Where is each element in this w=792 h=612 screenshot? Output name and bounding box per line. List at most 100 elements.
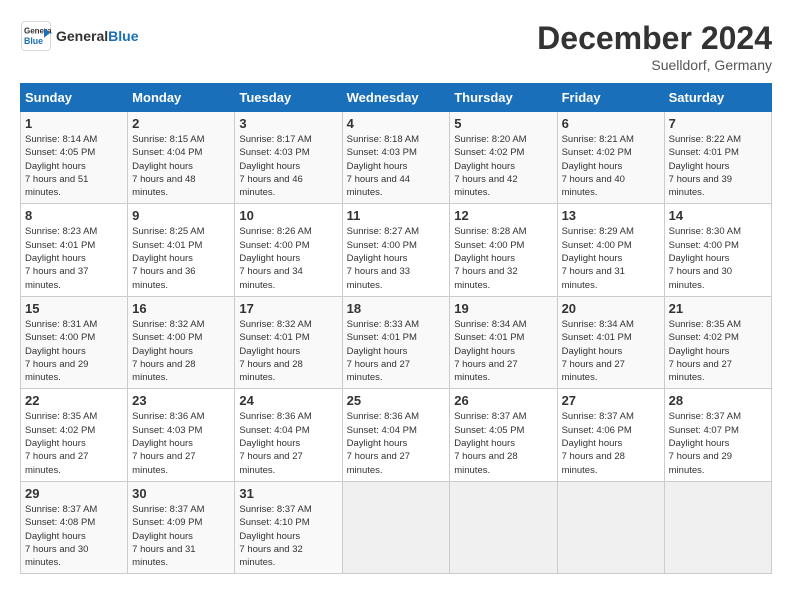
day-number: 24 — [239, 393, 337, 408]
month-title: December 2024 — [537, 20, 772, 57]
week-row-5: 29 Sunrise: 8:37 AM Sunset: 4:08 PM Dayl… — [21, 481, 772, 573]
day-number: 13 — [562, 208, 660, 223]
day-number: 4 — [347, 116, 446, 131]
calendar-cell: 27 Sunrise: 8:37 AM Sunset: 4:06 PM Dayl… — [557, 389, 664, 481]
day-info: Sunrise: 8:27 AM Sunset: 4:00 PM Dayligh… — [347, 225, 446, 291]
day-info: Sunrise: 8:25 AM Sunset: 4:01 PM Dayligh… — [132, 225, 230, 291]
day-number: 6 — [562, 116, 660, 131]
day-info: Sunrise: 8:37 AM Sunset: 4:06 PM Dayligh… — [562, 410, 660, 476]
day-info: Sunrise: 8:36 AM Sunset: 4:03 PM Dayligh… — [132, 410, 230, 476]
day-number: 30 — [132, 486, 230, 501]
calendar-cell: 20 Sunrise: 8:34 AM Sunset: 4:01 PM Dayl… — [557, 296, 664, 388]
title-block: December 2024 Suelldorf, Germany — [537, 20, 772, 73]
logo-text: GeneralBlue — [56, 28, 138, 44]
day-number: 27 — [562, 393, 660, 408]
day-info: Sunrise: 8:31 AM Sunset: 4:00 PM Dayligh… — [25, 318, 123, 384]
calendar-cell — [342, 481, 450, 573]
calendar-cell: 22 Sunrise: 8:35 AM Sunset: 4:02 PM Dayl… — [21, 389, 128, 481]
calendar-cell: 25 Sunrise: 8:36 AM Sunset: 4:04 PM Dayl… — [342, 389, 450, 481]
day-number: 20 — [562, 301, 660, 316]
day-info: Sunrise: 8:22 AM Sunset: 4:01 PM Dayligh… — [669, 133, 767, 199]
calendar-cell: 8 Sunrise: 8:23 AM Sunset: 4:01 PM Dayli… — [21, 204, 128, 296]
calendar-cell: 19 Sunrise: 8:34 AM Sunset: 4:01 PM Dayl… — [450, 296, 557, 388]
day-number: 11 — [347, 208, 446, 223]
calendar-cell: 9 Sunrise: 8:25 AM Sunset: 4:01 PM Dayli… — [128, 204, 235, 296]
day-info: Sunrise: 8:18 AM Sunset: 4:03 PM Dayligh… — [347, 133, 446, 199]
header-sunday: Sunday — [21, 84, 128, 112]
calendar-cell: 24 Sunrise: 8:36 AM Sunset: 4:04 PM Dayl… — [235, 389, 342, 481]
day-number: 31 — [239, 486, 337, 501]
day-info: Sunrise: 8:37 AM Sunset: 4:05 PM Dayligh… — [454, 410, 552, 476]
day-info: Sunrise: 8:35 AM Sunset: 4:02 PM Dayligh… — [669, 318, 767, 384]
day-info: Sunrise: 8:36 AM Sunset: 4:04 PM Dayligh… — [347, 410, 446, 476]
day-info: Sunrise: 8:36 AM Sunset: 4:04 PM Dayligh… — [239, 410, 337, 476]
page-header: General Blue GeneralBlue December 2024 S… — [20, 20, 772, 73]
day-number: 9 — [132, 208, 230, 223]
calendar-cell — [450, 481, 557, 573]
calendar-cell: 30 Sunrise: 8:37 AM Sunset: 4:09 PM Dayl… — [128, 481, 235, 573]
day-info: Sunrise: 8:14 AM Sunset: 4:05 PM Dayligh… — [25, 133, 123, 199]
header-saturday: Saturday — [664, 84, 771, 112]
day-number: 25 — [347, 393, 446, 408]
day-number: 19 — [454, 301, 552, 316]
week-row-1: 1 Sunrise: 8:14 AM Sunset: 4:05 PM Dayli… — [21, 112, 772, 204]
calendar-cell: 15 Sunrise: 8:31 AM Sunset: 4:00 PM Dayl… — [21, 296, 128, 388]
calendar-cell: 16 Sunrise: 8:32 AM Sunset: 4:00 PM Dayl… — [128, 296, 235, 388]
day-info: Sunrise: 8:20 AM Sunset: 4:02 PM Dayligh… — [454, 133, 552, 199]
calendar-cell: 28 Sunrise: 8:37 AM Sunset: 4:07 PM Dayl… — [664, 389, 771, 481]
calendar-cell: 1 Sunrise: 8:14 AM Sunset: 4:05 PM Dayli… — [21, 112, 128, 204]
day-info: Sunrise: 8:33 AM Sunset: 4:01 PM Dayligh… — [347, 318, 446, 384]
calendar-cell: 13 Sunrise: 8:29 AM Sunset: 4:00 PM Dayl… — [557, 204, 664, 296]
day-info: Sunrise: 8:35 AM Sunset: 4:02 PM Dayligh… — [25, 410, 123, 476]
calendar-cell: 14 Sunrise: 8:30 AM Sunset: 4:00 PM Dayl… — [664, 204, 771, 296]
day-info: Sunrise: 8:15 AM Sunset: 4:04 PM Dayligh… — [132, 133, 230, 199]
day-number: 14 — [669, 208, 767, 223]
calendar-cell: 5 Sunrise: 8:20 AM Sunset: 4:02 PM Dayli… — [450, 112, 557, 204]
calendar-cell: 29 Sunrise: 8:37 AM Sunset: 4:08 PM Dayl… — [21, 481, 128, 573]
calendar-cell — [557, 481, 664, 573]
day-info: Sunrise: 8:37 AM Sunset: 4:10 PM Dayligh… — [239, 503, 337, 569]
logo: General Blue GeneralBlue — [20, 20, 138, 52]
header-tuesday: Tuesday — [235, 84, 342, 112]
header-wednesday: Wednesday — [342, 84, 450, 112]
calendar-cell: 21 Sunrise: 8:35 AM Sunset: 4:02 PM Dayl… — [664, 296, 771, 388]
day-info: Sunrise: 8:17 AM Sunset: 4:03 PM Dayligh… — [239, 133, 337, 199]
location: Suelldorf, Germany — [537, 57, 772, 73]
header-friday: Friday — [557, 84, 664, 112]
calendar-cell: 23 Sunrise: 8:36 AM Sunset: 4:03 PM Dayl… — [128, 389, 235, 481]
day-number: 26 — [454, 393, 552, 408]
day-info: Sunrise: 8:32 AM Sunset: 4:00 PM Dayligh… — [132, 318, 230, 384]
calendar-cell: 2 Sunrise: 8:15 AM Sunset: 4:04 PM Dayli… — [128, 112, 235, 204]
day-info: Sunrise: 8:37 AM Sunset: 4:07 PM Dayligh… — [669, 410, 767, 476]
day-info: Sunrise: 8:21 AM Sunset: 4:02 PM Dayligh… — [562, 133, 660, 199]
calendar-table: SundayMondayTuesdayWednesdayThursdayFrid… — [20, 83, 772, 574]
weekday-header-row: SundayMondayTuesdayWednesdayThursdayFrid… — [21, 84, 772, 112]
day-info: Sunrise: 8:26 AM Sunset: 4:00 PM Dayligh… — [239, 225, 337, 291]
day-number: 10 — [239, 208, 337, 223]
day-number: 22 — [25, 393, 123, 408]
svg-text:Blue: Blue — [24, 36, 43, 46]
logo-icon: General Blue — [20, 20, 52, 52]
calendar-cell: 3 Sunrise: 8:17 AM Sunset: 4:03 PM Dayli… — [235, 112, 342, 204]
calendar-cell: 4 Sunrise: 8:18 AM Sunset: 4:03 PM Dayli… — [342, 112, 450, 204]
day-number: 1 — [25, 116, 123, 131]
calendar-cell: 11 Sunrise: 8:27 AM Sunset: 4:00 PM Dayl… — [342, 204, 450, 296]
header-monday: Monday — [128, 84, 235, 112]
day-info: Sunrise: 8:37 AM Sunset: 4:08 PM Dayligh… — [25, 503, 123, 569]
calendar-cell: 31 Sunrise: 8:37 AM Sunset: 4:10 PM Dayl… — [235, 481, 342, 573]
calendar-cell: 26 Sunrise: 8:37 AM Sunset: 4:05 PM Dayl… — [450, 389, 557, 481]
day-info: Sunrise: 8:37 AM Sunset: 4:09 PM Dayligh… — [132, 503, 230, 569]
day-number: 7 — [669, 116, 767, 131]
day-info: Sunrise: 8:32 AM Sunset: 4:01 PM Dayligh… — [239, 318, 337, 384]
calendar-cell: 10 Sunrise: 8:26 AM Sunset: 4:00 PM Dayl… — [235, 204, 342, 296]
calendar-cell: 18 Sunrise: 8:33 AM Sunset: 4:01 PM Dayl… — [342, 296, 450, 388]
day-number: 28 — [669, 393, 767, 408]
day-number: 2 — [132, 116, 230, 131]
calendar-cell: 17 Sunrise: 8:32 AM Sunset: 4:01 PM Dayl… — [235, 296, 342, 388]
calendar-cell: 6 Sunrise: 8:21 AM Sunset: 4:02 PM Dayli… — [557, 112, 664, 204]
calendar-cell — [664, 481, 771, 573]
header-thursday: Thursday — [450, 84, 557, 112]
week-row-4: 22 Sunrise: 8:35 AM Sunset: 4:02 PM Dayl… — [21, 389, 772, 481]
calendar-cell: 12 Sunrise: 8:28 AM Sunset: 4:00 PM Dayl… — [450, 204, 557, 296]
day-number: 16 — [132, 301, 230, 316]
